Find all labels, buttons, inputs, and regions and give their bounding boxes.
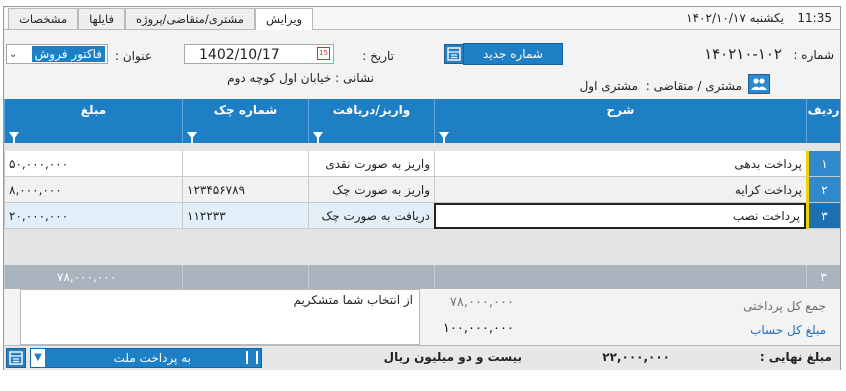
table-row[interactable]: ۲ پرداخت کرایه واریز به صورت چک ۱۲۳۴۵۶۷۸… — [4, 177, 840, 203]
type-cell[interactable]: واریز به صورت چک — [308, 177, 434, 203]
row-number: ۲ — [806, 177, 840, 203]
total-amount: ۷۸,۰۰۰,۰۰۰ — [4, 265, 182, 289]
current-date: یکشنبه ۱۴۰۲/۱۰/۱۷ — [686, 11, 784, 25]
title-label: عنوان : — [115, 49, 152, 63]
check-number-cell[interactable]: ۱۱۲۲۳۳ — [182, 203, 308, 229]
total-spacer — [182, 265, 308, 289]
row-number: ۱ — [806, 151, 840, 177]
date-text: ۱۴۰۲/۱۰/۱۷ — [686, 11, 746, 25]
number-label: شماره : — [793, 48, 834, 62]
account-total-label: مبلغ کل حساب — [750, 323, 826, 337]
totals-row: ۳ ۷۸,۰۰۰,۰۰۰ — [4, 265, 840, 289]
account-total-value: ۱۰۰,۰۰۰,۰۰۰ — [442, 321, 514, 336]
tab-strip: ویرایش مشتری/متقاضی/پروژه فایلها مشخصات — [8, 8, 314, 30]
date-label: تاریخ : — [362, 49, 394, 63]
description-cell[interactable]: پرداخت بدهی — [434, 151, 806, 177]
day-name: یکشنبه — [749, 11, 784, 25]
type-cell[interactable]: دریافت به صورت چک — [308, 203, 434, 229]
table-row[interactable]: ۱ پرداخت بدهی واریز به صورت نقدی ۵۰,۰۰۰,… — [4, 151, 840, 177]
title-select[interactable]: فاکتور فروش ⌄ — [6, 44, 108, 64]
number-value: ۱۴۰۲۱۰-۱۰۲ — [704, 45, 782, 63]
total-payment-value: ۷۸,۰۰۰,۰۰۰ — [449, 295, 514, 310]
column-header-label: مبلغ — [80, 103, 107, 117]
amount-cell[interactable]: ۵۰,۰۰۰,۰۰۰ — [4, 151, 182, 177]
description-cell-editing[interactable]: پرداخت نصب — [434, 203, 806, 229]
invoice-window: 11:35 یکشنبه ۱۴۰۲/۱۰/۱۷ ویرایش مشتری/متق… — [3, 6, 841, 370]
amount-cell[interactable]: ۸,۰۰۰,۰۰۰ — [4, 177, 182, 203]
date-value: 1402/10/17 — [199, 47, 280, 63]
title-value: فاکتور فروش — [31, 46, 105, 62]
address-text: نشانی : خیابان اول کوچه دوم — [227, 71, 374, 85]
calculator-icon[interactable] — [444, 44, 464, 64]
note-text: از انتخاب شما متشکریم — [293, 293, 413, 307]
column-header-amount[interactable]: مبلغ — [4, 99, 182, 143]
total-payment-label: جمع کل پرداختی — [743, 299, 826, 313]
customer-value: مشتری اول — [579, 79, 638, 93]
calendar-icon[interactable]: 15 — [317, 47, 330, 60]
row-number: ۳ — [806, 203, 840, 229]
column-header-label: ردیف — [807, 103, 840, 117]
payment-gateway-value: به پرداخت ملت — [113, 351, 191, 365]
total-count: ۳ — [806, 265, 840, 289]
top-bar: 11:35 یکشنبه ۱۴۰۲/۱۰/۱۷ ویرایش مشتری/متق… — [4, 7, 840, 30]
column-header-type[interactable]: واریز/دریافت — [308, 99, 434, 143]
clock: 11:35 — [797, 11, 832, 25]
column-header-label: شماره چک — [213, 103, 278, 117]
total-spacer — [308, 265, 434, 289]
barcode-icon — [246, 351, 258, 364]
check-number-cell[interactable]: ۱۲۳۴۵۶۷۸۹ — [182, 177, 308, 203]
column-header-label: واریز/دریافت — [332, 103, 411, 117]
status-bar: مبلغ نهایی : ۲۲,۰۰۰,۰۰۰ بیست و دو میلیون… — [4, 345, 840, 370]
column-header-description[interactable]: شرح — [434, 99, 806, 143]
check-number-cell[interactable] — [182, 151, 308, 177]
table-row-selected[interactable]: ۳ پرداخت نصب دریافت به صورت چک ۱۱۲۲۳۳ ۲۰… — [4, 203, 840, 229]
final-amount-label: مبلغ نهایی : — [759, 350, 832, 364]
column-header-label: شرح — [606, 103, 635, 117]
final-amount-words: بیست و دو میلیون ریال — [383, 350, 522, 364]
payment-gateway-select[interactable]: به پرداخت ملت ▼ — [30, 348, 262, 368]
customer-label: مشتری / متقاضی : — [645, 79, 742, 93]
calculator-icon[interactable] — [6, 348, 26, 368]
final-amount-value: ۲۲,۰۰۰,۰۰۰ — [602, 350, 670, 364]
type-cell[interactable]: واریز به صورت نقدی — [308, 151, 434, 177]
customers-icon[interactable] — [748, 74, 770, 94]
total-spacer — [434, 265, 806, 289]
tab-specifications[interactable]: مشخصات — [8, 8, 79, 29]
date-field[interactable]: 15 1402/10/17 — [184, 44, 334, 64]
column-header-check-number[interactable]: شماره چک — [182, 99, 308, 143]
tab-edit[interactable]: ویرایش — [254, 8, 314, 30]
tab-files[interactable]: فایلها — [78, 8, 125, 29]
chevron-down-icon[interactable]: ▼ — [31, 349, 45, 367]
transactions-table: ردیف شرح واریز/دریافت شماره چک مبلغ ۱ پر… — [4, 99, 840, 289]
tab-customer-project[interactable]: مشتری/متقاضی/پروژه — [124, 8, 255, 29]
amount-cell[interactable]: ۲۰,۰۰۰,۰۰۰ — [4, 203, 182, 229]
note-textarea[interactable]: از انتخاب شما متشکریم — [20, 289, 420, 345]
summary-panel: جمع کل پرداختی ۷۸,۰۰۰,۰۰۰ مبلغ کل حساب ۱… — [4, 289, 840, 345]
description-cell[interactable]: پرداخت کرایه — [434, 177, 806, 203]
new-number-button[interactable]: شماره جدید — [463, 43, 563, 65]
column-header-row[interactable]: ردیف — [806, 99, 840, 143]
chevron-down-icon[interactable]: ⌄ — [9, 45, 17, 65]
